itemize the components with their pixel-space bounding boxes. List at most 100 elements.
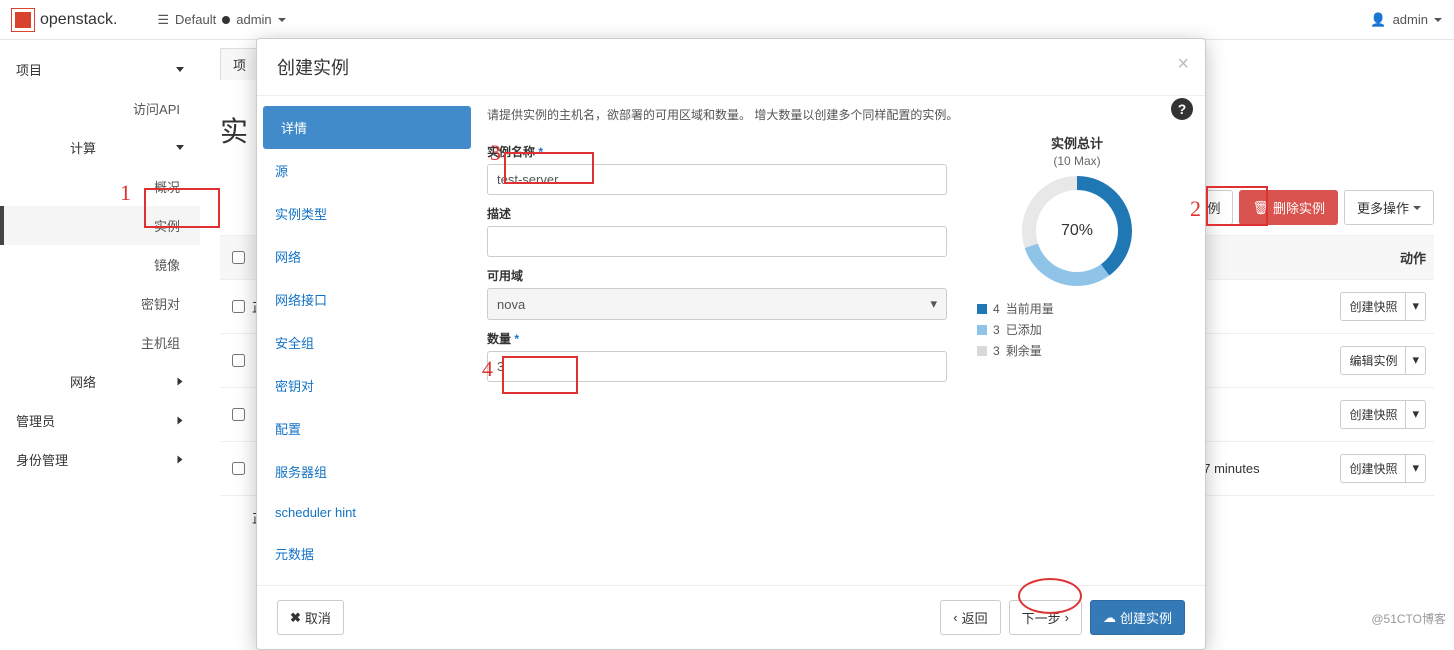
- brand-text: openstack.: [40, 11, 117, 29]
- button-label: 更多操作: [1357, 198, 1409, 217]
- sidebar-label: 概况: [154, 177, 180, 196]
- step-label: 源: [275, 164, 288, 179]
- create-instance-button[interactable]: ☁ 创建实例: [1090, 600, 1185, 635]
- wizard-step-keypair[interactable]: 密钥对: [257, 364, 477, 407]
- wizard-step-metadata[interactable]: 元数据: [257, 532, 477, 575]
- close-icon[interactable]: ×: [1177, 53, 1189, 76]
- back-button[interactable]: ‹ 返回: [940, 600, 1000, 635]
- row-action-button[interactable]: 创建快照▾: [1340, 292, 1426, 321]
- legend-item: 4 当前用量: [977, 300, 1177, 317]
- row-action-button[interactable]: 创建快照▾: [1340, 454, 1426, 483]
- chevron-down-icon: [1434, 18, 1442, 22]
- description-input[interactable]: [487, 226, 947, 257]
- sidebar-project[interactable]: 项目: [0, 50, 200, 89]
- button-label: 取消: [305, 608, 331, 627]
- instance-name-input[interactable]: [487, 164, 947, 195]
- legend-label: 当前用量: [1006, 300, 1054, 317]
- swatch-icon: [977, 304, 987, 314]
- legend-item: 3 剩余量: [977, 342, 1177, 359]
- cloud-upload-icon: ☁: [1103, 610, 1116, 626]
- trash-icon: 🗑: [1252, 200, 1269, 216]
- chevron-down-icon: [176, 145, 184, 150]
- button-label: 编辑实例: [1340, 346, 1406, 375]
- context-switcher[interactable]: ☰ Default admin: [157, 12, 285, 28]
- sidebar-instances[interactable]: 实例: [0, 206, 200, 245]
- chevron-right-icon: [178, 378, 183, 386]
- select-all-checkbox[interactable]: [232, 251, 245, 264]
- step-label: 配置: [275, 422, 301, 437]
- chevron-down-icon[interactable]: ▾: [1406, 346, 1426, 375]
- project-user: admin: [236, 12, 271, 27]
- legend-count: 4: [993, 302, 1000, 316]
- wizard-step-scheduler[interactable]: scheduler hint: [257, 493, 477, 532]
- sidebar-overview[interactable]: 概况: [0, 167, 200, 206]
- sidebar-api[interactable]: 访问API: [0, 89, 200, 128]
- row-checkbox[interactable]: [232, 462, 245, 475]
- button-label: 删除实例: [1273, 198, 1325, 217]
- watermark: @51CTO博客: [1371, 610, 1446, 627]
- count-input[interactable]: [487, 351, 947, 382]
- swatch-icon: [977, 325, 987, 335]
- row-checkbox[interactable]: [232, 408, 245, 421]
- legend-item: 3 已添加: [977, 321, 1177, 338]
- user-menu[interactable]: 👤 admin: [1370, 12, 1442, 28]
- row-action-button[interactable]: 编辑实例▾: [1340, 346, 1426, 375]
- chevron-down-icon[interactable]: ▾: [1406, 454, 1426, 483]
- user-name: admin: [1393, 12, 1428, 27]
- legend-count: 3: [993, 344, 1000, 358]
- step-label: 实例类型: [275, 207, 327, 222]
- sidebar-keypairs[interactable]: 密钥对: [0, 284, 200, 323]
- breadcrumb-tab[interactable]: 项: [220, 48, 259, 80]
- user-icon: 👤: [1370, 12, 1386, 28]
- chevron-down-icon[interactable]: ▾: [1406, 292, 1426, 321]
- col-action: 动作: [1316, 248, 1426, 267]
- step-label: 网络接口: [275, 293, 327, 308]
- sidebar-label: 计算: [70, 138, 96, 157]
- sidebar-identity[interactable]: 身份管理: [0, 440, 200, 479]
- chevron-down-icon[interactable]: ▾: [1406, 400, 1426, 429]
- desc-label: 描述: [487, 205, 947, 222]
- sidebar-hostgroups[interactable]: 主机组: [0, 323, 200, 362]
- sidebar-network[interactable]: 网络: [0, 362, 200, 401]
- x-icon: ✖: [290, 610, 301, 626]
- row-checkbox[interactable]: [232, 354, 245, 367]
- sidebar-images[interactable]: 镜像: [0, 245, 200, 284]
- next-button[interactable]: 下一步 ›: [1009, 600, 1082, 635]
- wizard-panel: ? 请提供实例的主机名，欲部署的可用区域和数量。 增大数量以创建多个同样配置的实…: [477, 96, 1205, 585]
- step-label: 元数据: [275, 547, 314, 562]
- help-icon[interactable]: ?: [1171, 98, 1193, 120]
- modal-header: 创建实例 ×: [257, 39, 1205, 96]
- wizard-step-flavor[interactable]: 实例类型: [257, 192, 477, 235]
- availability-zone-select[interactable]: nova ▾: [487, 288, 947, 320]
- chevron-down-icon: [176, 67, 184, 72]
- sidebar-compute[interactable]: 计算: [0, 128, 200, 167]
- chevron-down-icon: [1413, 206, 1421, 210]
- usage-donut-chart: 70%: [1022, 176, 1132, 286]
- row-age: 17 minutes: [1196, 461, 1316, 476]
- delete-instance-button[interactable]: 🗑删除实例: [1239, 190, 1338, 225]
- more-actions-button[interactable]: 更多操作: [1344, 190, 1434, 225]
- wizard-step-secgroups[interactable]: 安全组: [257, 321, 477, 364]
- wizard-step-config[interactable]: 配置: [257, 407, 477, 450]
- chevron-right-icon: [178, 417, 183, 425]
- wizard-step-ports[interactable]: 网络接口: [257, 278, 477, 321]
- step-label: 详情: [281, 121, 307, 136]
- sidebar-label: 主机组: [141, 333, 180, 352]
- wizard-step-networks[interactable]: 网络: [257, 235, 477, 278]
- wizard-step-servergroup[interactable]: 服务器组: [257, 450, 477, 493]
- donut-percent: 70%: [1022, 176, 1132, 286]
- sidebar-label: 身份管理: [16, 450, 68, 469]
- sidebar-label: 实例: [154, 216, 180, 235]
- cancel-button[interactable]: ✖ 取消: [277, 600, 344, 635]
- wizard-step-source[interactable]: 源: [257, 149, 477, 192]
- sidebar-label: 网络: [70, 372, 96, 391]
- button-label: 下一步: [1022, 608, 1061, 627]
- sidebar-admin[interactable]: 管理员: [0, 401, 200, 440]
- wizard-step-details[interactable]: 详情: [263, 106, 471, 149]
- button-label: 创建实例: [1120, 608, 1172, 627]
- row-checkbox[interactable]: [232, 300, 245, 313]
- dot-separator-icon: [222, 16, 230, 24]
- button-label: 创建快照: [1340, 400, 1406, 429]
- row-action-button[interactable]: 创建快照▾: [1340, 400, 1426, 429]
- chevron-down-icon: ▾: [930, 296, 937, 312]
